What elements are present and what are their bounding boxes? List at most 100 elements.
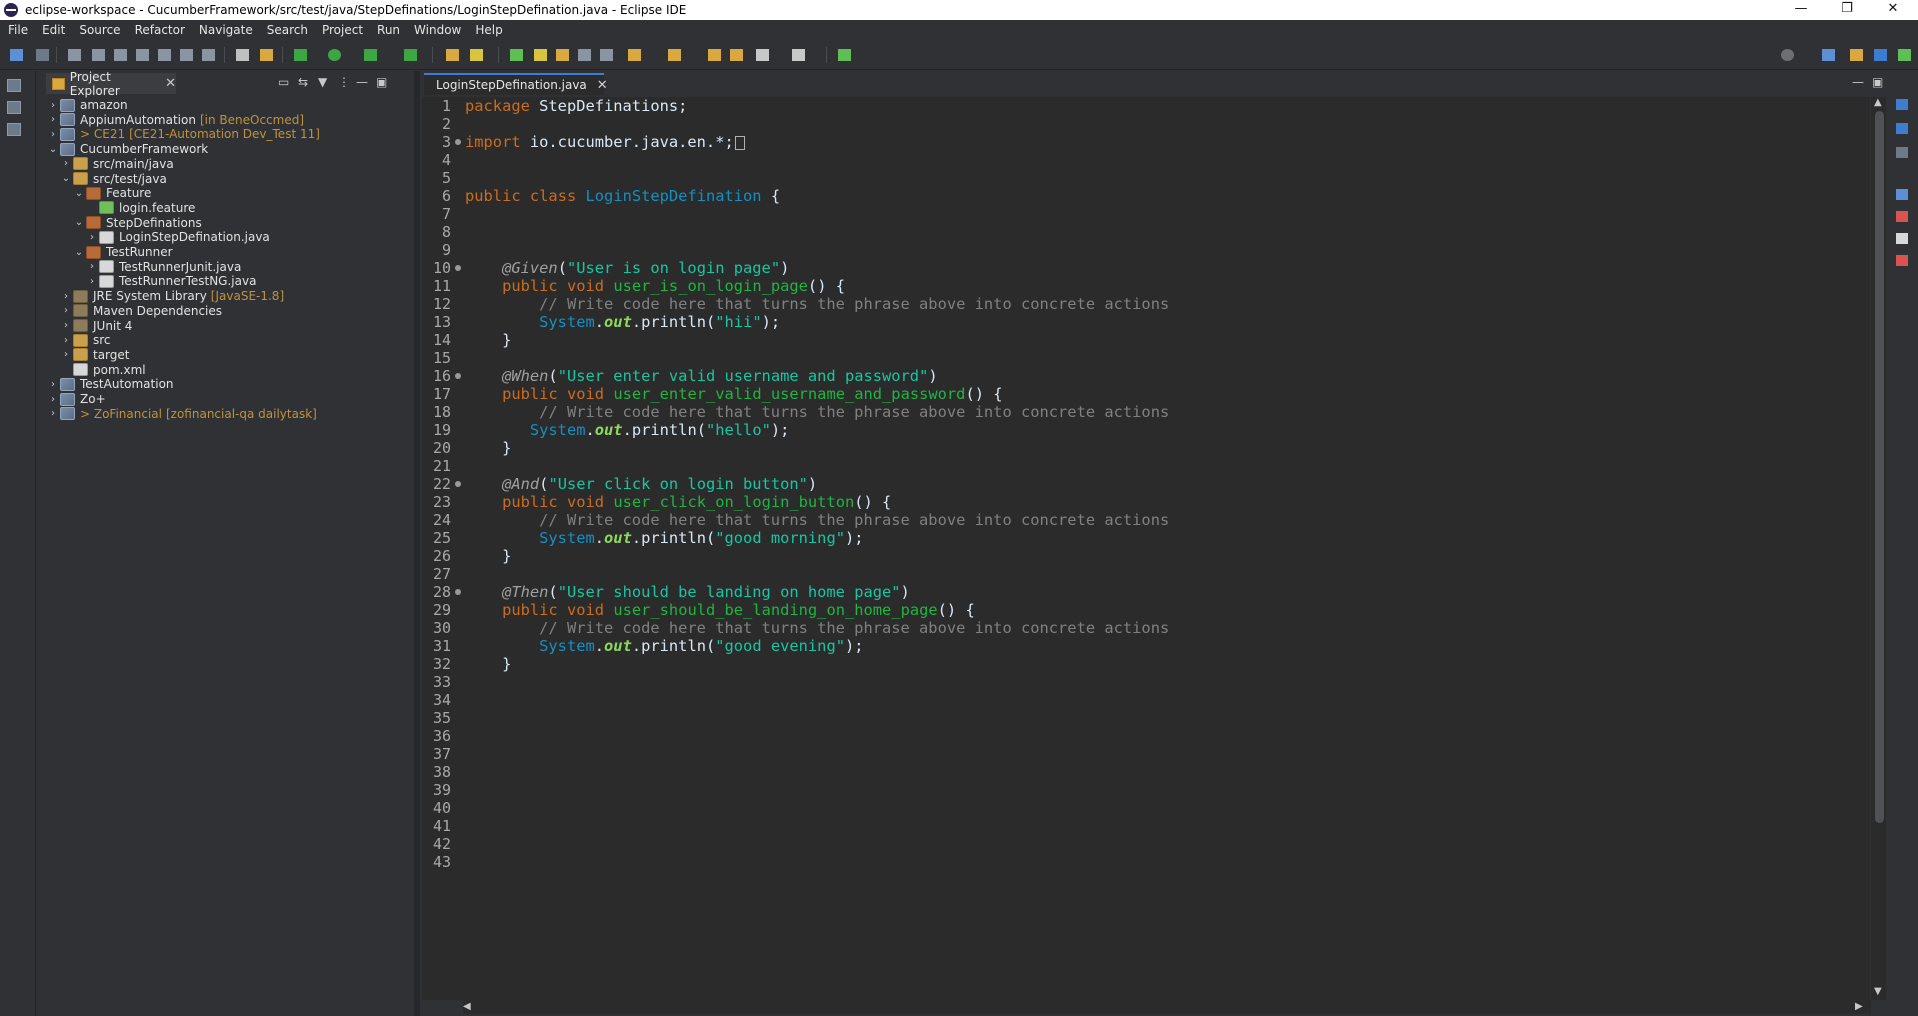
- tree-item[interactable]: › > ZoFinancial [zofinancial-qa dailytask]: [46, 405, 317, 423]
- chevron-right-icon[interactable]: ›: [46, 114, 60, 125]
- scroll-left-icon[interactable]: ◀: [463, 1001, 471, 1012]
- menu-edit[interactable]: Edit: [35, 20, 72, 41]
- junit-view-icon[interactable]: [1896, 255, 1908, 266]
- step-over-icon[interactable]: [180, 49, 193, 61]
- chevron-right-icon[interactable]: ›: [85, 261, 99, 272]
- java-perspective-icon[interactable]: [1850, 49, 1863, 61]
- chevron-down-icon[interactable]: ⌄: [72, 188, 86, 199]
- open-type-icon[interactable]: [510, 49, 523, 61]
- restore-view-icon[interactable]: [7, 79, 21, 92]
- maximize-view-icon[interactable]: ▣: [376, 75, 387, 91]
- collapsed-imports-icon[interactable]: [734, 135, 745, 150]
- close-window-button[interactable]: ✕: [1870, 0, 1916, 20]
- menu-source[interactable]: Source: [72, 20, 127, 41]
- debug-perspective-icon[interactable]: [1874, 49, 1887, 61]
- show-whitespace-icon[interactable]: [600, 49, 613, 61]
- chevron-right-icon[interactable]: ›: [59, 320, 73, 331]
- terminate-icon[interactable]: [114, 49, 127, 61]
- step-return-icon[interactable]: [202, 49, 215, 61]
- chevron-down-icon[interactable]: ⌄: [46, 144, 60, 155]
- chevron-right-icon[interactable]: ›: [46, 408, 60, 419]
- maximize-editor-icon[interactable]: ▣: [1872, 75, 1883, 89]
- scroll-down-icon[interactable]: ▼: [1874, 986, 1882, 997]
- previous-annotation-icon[interactable]: [668, 49, 681, 61]
- outline-view-icon[interactable]: [1896, 99, 1908, 110]
- menu-file[interactable]: File: [1, 20, 35, 41]
- link-with-editor-icon[interactable]: ⇆: [298, 75, 308, 91]
- minimize-view-icon[interactable]: —: [356, 75, 368, 91]
- chevron-right-icon[interactable]: ›: [46, 129, 60, 140]
- filter-icon[interactable]: ▼: [318, 75, 327, 91]
- forward-history-icon[interactable]: [730, 49, 743, 61]
- open-perspective-icon[interactable]: [1822, 49, 1835, 61]
- minimize-editor-icon[interactable]: —: [1852, 75, 1864, 89]
- view-menu-icon[interactable]: ⋮: [338, 75, 350, 91]
- javadoc-view-icon[interactable]: [1896, 189, 1908, 200]
- close-icon[interactable]: ✕: [165, 76, 176, 91]
- back-icon[interactable]: [756, 49, 769, 61]
- toggle-mark-icon[interactable]: [556, 49, 569, 61]
- editor-tab-login-step-defination[interactable]: LoginStepDefination.java ✕: [424, 73, 608, 95]
- external-tools-icon[interactable]: [404, 49, 417, 61]
- chevron-right-icon[interactable]: ›: [85, 232, 99, 243]
- fold-marker-icon[interactable]: [455, 265, 461, 271]
- chevron-right-icon[interactable]: ›: [59, 291, 73, 302]
- chevron-down-icon[interactable]: ⌄: [72, 247, 86, 258]
- minimize-button[interactable]: —: [1778, 0, 1824, 20]
- code-editor[interactable]: 1 2 3 4 5 6 7 8 9 10 11 12 13 14 15 16 17 18 19 20 21 22 23 24 2…: [422, 97, 1870, 1000]
- menu-search[interactable]: Search: [260, 20, 315, 41]
- scroll-right-icon[interactable]: ▶: [1855, 1001, 1863, 1012]
- disconnect-icon[interactable]: [136, 49, 149, 61]
- chevron-down-icon[interactable]: ⌄: [59, 173, 73, 184]
- task-list-icon[interactable]: [1896, 123, 1908, 134]
- chevron-right-icon[interactable]: ›: [46, 394, 60, 405]
- new-class-icon[interactable]: [470, 49, 483, 61]
- step-into-icon[interactable]: [158, 49, 171, 61]
- next-annotation-icon[interactable]: [628, 49, 641, 61]
- chevron-down-icon[interactable]: ⌄: [72, 217, 86, 228]
- fold-marker-icon[interactable]: [455, 139, 461, 145]
- menu-window[interactable]: Window: [407, 20, 468, 41]
- last-edit-location-icon[interactable]: [708, 49, 721, 61]
- pin-editor-icon[interactable]: [838, 49, 851, 61]
- chevron-right-icon[interactable]: ›: [46, 379, 60, 390]
- menu-navigate[interactable]: Navigate: [192, 20, 260, 41]
- menu-run[interactable]: Run: [370, 20, 407, 41]
- fold-marker-icon[interactable]: [455, 589, 461, 595]
- suspend-icon[interactable]: [92, 49, 105, 61]
- new-icon[interactable]: [10, 49, 23, 61]
- vertical-scroll-thumb[interactable]: [1875, 111, 1884, 823]
- coverage-icon[interactable]: [364, 49, 377, 61]
- collapse-all-icon[interactable]: ▭: [278, 75, 289, 91]
- chevron-right-icon[interactable]: ›: [59, 349, 73, 360]
- chevron-right-icon[interactable]: ›: [46, 100, 60, 111]
- vertical-scrollbar[interactable]: ▲ ▼: [1871, 97, 1886, 1000]
- chevron-right-icon[interactable]: ›: [59, 158, 73, 169]
- close-icon[interactable]: ✕: [597, 78, 608, 93]
- git-perspective-icon[interactable]: [1898, 49, 1911, 61]
- debug-icon[interactable]: [294, 49, 307, 61]
- open-console-icon[interactable]: [236, 49, 249, 61]
- forward-icon[interactable]: [792, 49, 805, 61]
- scroll-up-icon[interactable]: ▲: [1874, 97, 1882, 108]
- minimized-outline-icon[interactable]: [7, 123, 21, 136]
- chevron-right-icon[interactable]: ›: [59, 335, 73, 346]
- menu-help[interactable]: Help: [468, 20, 509, 41]
- skip-breakpoints-icon[interactable]: [36, 49, 49, 61]
- minimized-view-icon[interactable]: [7, 101, 21, 114]
- search-icon[interactable]: [1781, 49, 1794, 61]
- maximize-button[interactable]: ❐: [1824, 0, 1870, 20]
- chevron-right-icon[interactable]: ›: [85, 276, 99, 287]
- block-selection-icon[interactable]: [578, 49, 591, 61]
- search-tool-icon[interactable]: [534, 49, 547, 61]
- fold-marker-icon[interactable]: [455, 373, 461, 379]
- horizontal-scrollbar[interactable]: ◀ ▶: [463, 1000, 1871, 1014]
- problems-view-icon[interactable]: [1896, 147, 1908, 158]
- console-view-icon[interactable]: [1896, 233, 1908, 244]
- resume-icon[interactable]: [68, 49, 81, 61]
- menu-refactor[interactable]: Refactor: [128, 20, 192, 41]
- project-explorer-tab[interactable]: Project Explorer ✕: [46, 70, 176, 98]
- menu-project[interactable]: Project: [315, 20, 370, 41]
- run-icon[interactable]: [328, 49, 341, 61]
- new-java-project-icon[interactable]: [446, 49, 459, 61]
